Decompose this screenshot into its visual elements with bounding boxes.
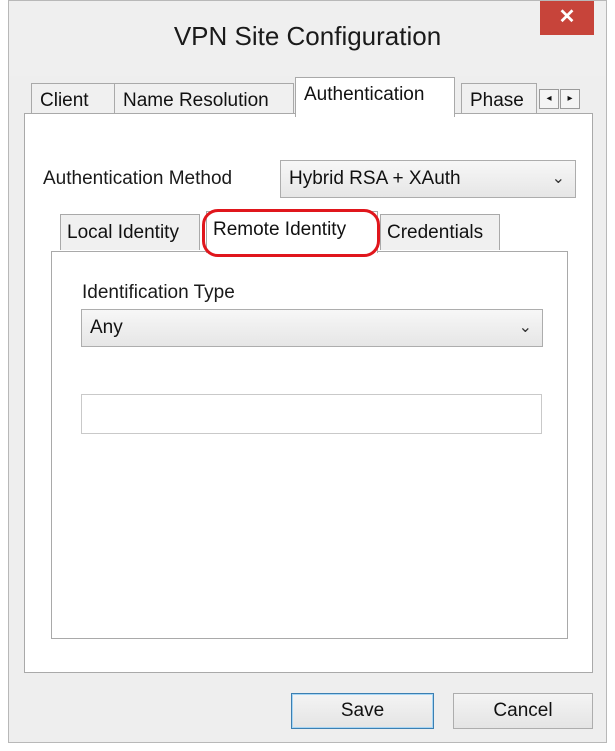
identification-type-value: Any (90, 317, 123, 338)
authentication-method-label: Authentication Method (43, 168, 233, 189)
identification-value-field[interactable] (81, 394, 542, 434)
tab-phase[interactable]: Phase (461, 83, 537, 117)
authentication-method-select[interactable]: Hybrid RSA + XAuth ⌄ (280, 160, 576, 198)
close-button[interactable]: ✕ (540, 1, 594, 35)
identification-type-select[interactable]: Any ⌄ (81, 309, 543, 347)
tab-client[interactable]: Client (31, 83, 115, 117)
chevron-down-icon: ⌄ (551, 170, 565, 187)
window-title: VPN Site Configuration (173, 21, 442, 51)
tab-scroll-left-icon[interactable]: ◂ (539, 89, 559, 109)
chevron-down-icon: ⌄ (518, 319, 532, 336)
tab-local-identity[interactable]: Local Identity (60, 214, 200, 250)
tab-name-resolution[interactable]: Name Resolution (114, 83, 294, 117)
title-bar[interactable]: VPN Site Configuration ✕ (9, 1, 606, 76)
close-icon: ✕ (558, 6, 576, 28)
identification-type-label: Identification Type (82, 282, 235, 303)
tab-remote-identity[interactable]: Remote Identity (206, 211, 378, 253)
authentication-method-value: Hybrid RSA + XAuth (289, 168, 461, 189)
save-button[interactable]: Save (291, 693, 434, 729)
tab-scroll-right-icon[interactable]: ▸ (560, 89, 580, 109)
cancel-button[interactable]: Cancel (453, 693, 593, 729)
tab-credentials[interactable]: Credentials (380, 214, 500, 250)
tab-authentication[interactable]: Authentication (295, 77, 455, 117)
